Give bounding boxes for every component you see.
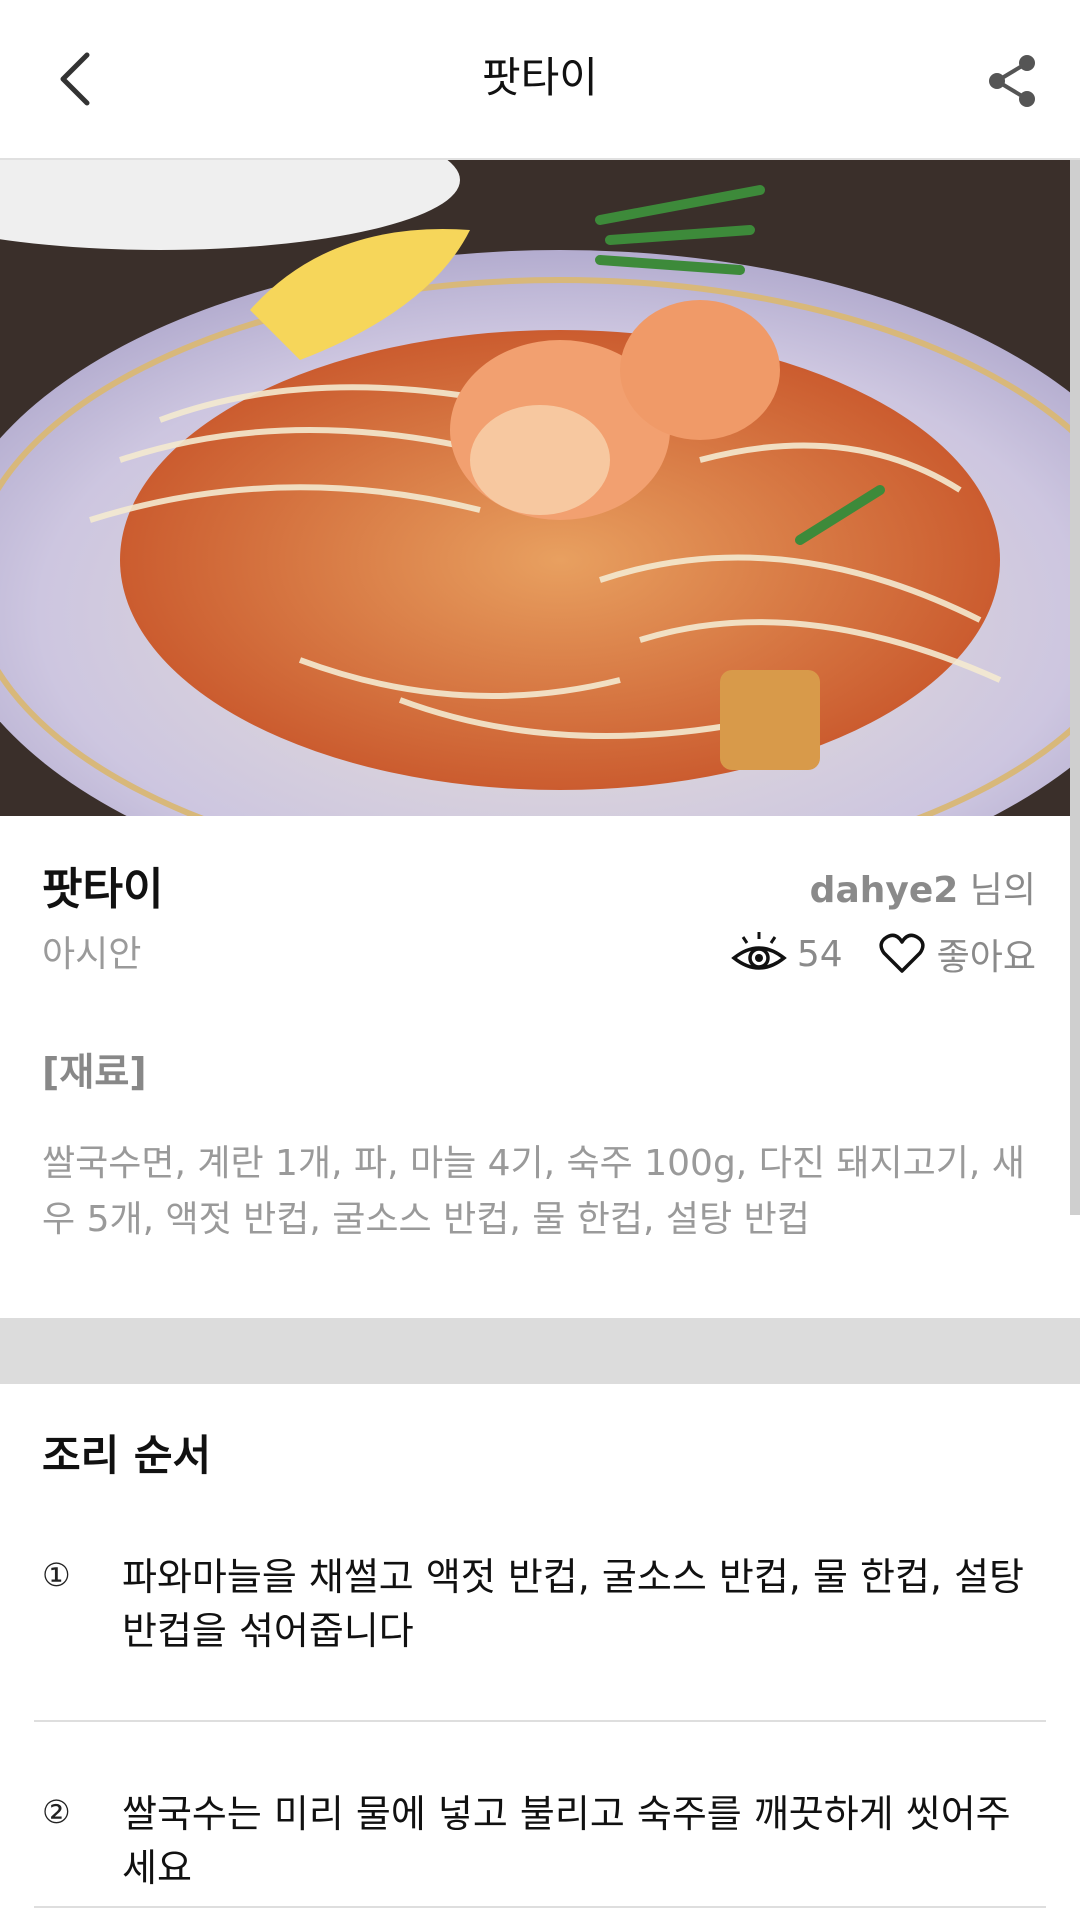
share-button[interactable]: [978, 46, 1048, 116]
step-text: 파와마늘을 채썰고 액젓 반컵, 굴소스 반컵, 물 한컵, 설탕 반컵을 섞어…: [122, 1555, 1024, 1653]
step-divider: [34, 1720, 1046, 1722]
share-icon: [989, 55, 1035, 107]
author-name: dahye2: [809, 870, 959, 911]
step-number: ①: [42, 1556, 71, 1594]
recipe-photo: [0, 160, 1080, 816]
step-text: 쌀국수는 미리 물에 넣고 불리고 숙주를 깨끗하게 씻어주세요: [122, 1792, 1011, 1890]
ingredients-text: 쌀국수면, 계란 1개, 파, 마늘 4기, 숙주 100g, 다진 돼지고기,…: [42, 1143, 1025, 1240]
step-divider: [34, 1906, 1046, 1908]
view-count: 54: [796, 933, 843, 975]
ingredients-heading: [재료]: [42, 1050, 147, 1094]
page-title: 팟타이: [482, 53, 598, 102]
top-app-bar: 팟타이: [0, 0, 1080, 160]
section-divider: [0, 1318, 1080, 1384]
heart-icon: [879, 933, 925, 973]
back-button[interactable]: [40, 40, 110, 118]
recipe-stats: 54 좋아요: [731, 928, 1036, 980]
author-suffix: 님의: [969, 870, 1036, 911]
chevron-left-icon: [60, 52, 90, 106]
recipe-category: 아시안: [42, 934, 142, 975]
scrollbar[interactable]: [1070, 160, 1080, 1215]
recipe-title: 팟타이: [42, 864, 164, 915]
like-button[interactable]: 좋아요: [879, 928, 1036, 980]
steps-heading: 조리 순서: [42, 1431, 212, 1480]
like-label: 좋아요: [936, 937, 1036, 978]
step-number: ②: [42, 1793, 71, 1831]
author-label[interactable]: dahye2 님의: [810, 866, 1036, 916]
eye-icon: [731, 932, 787, 970]
